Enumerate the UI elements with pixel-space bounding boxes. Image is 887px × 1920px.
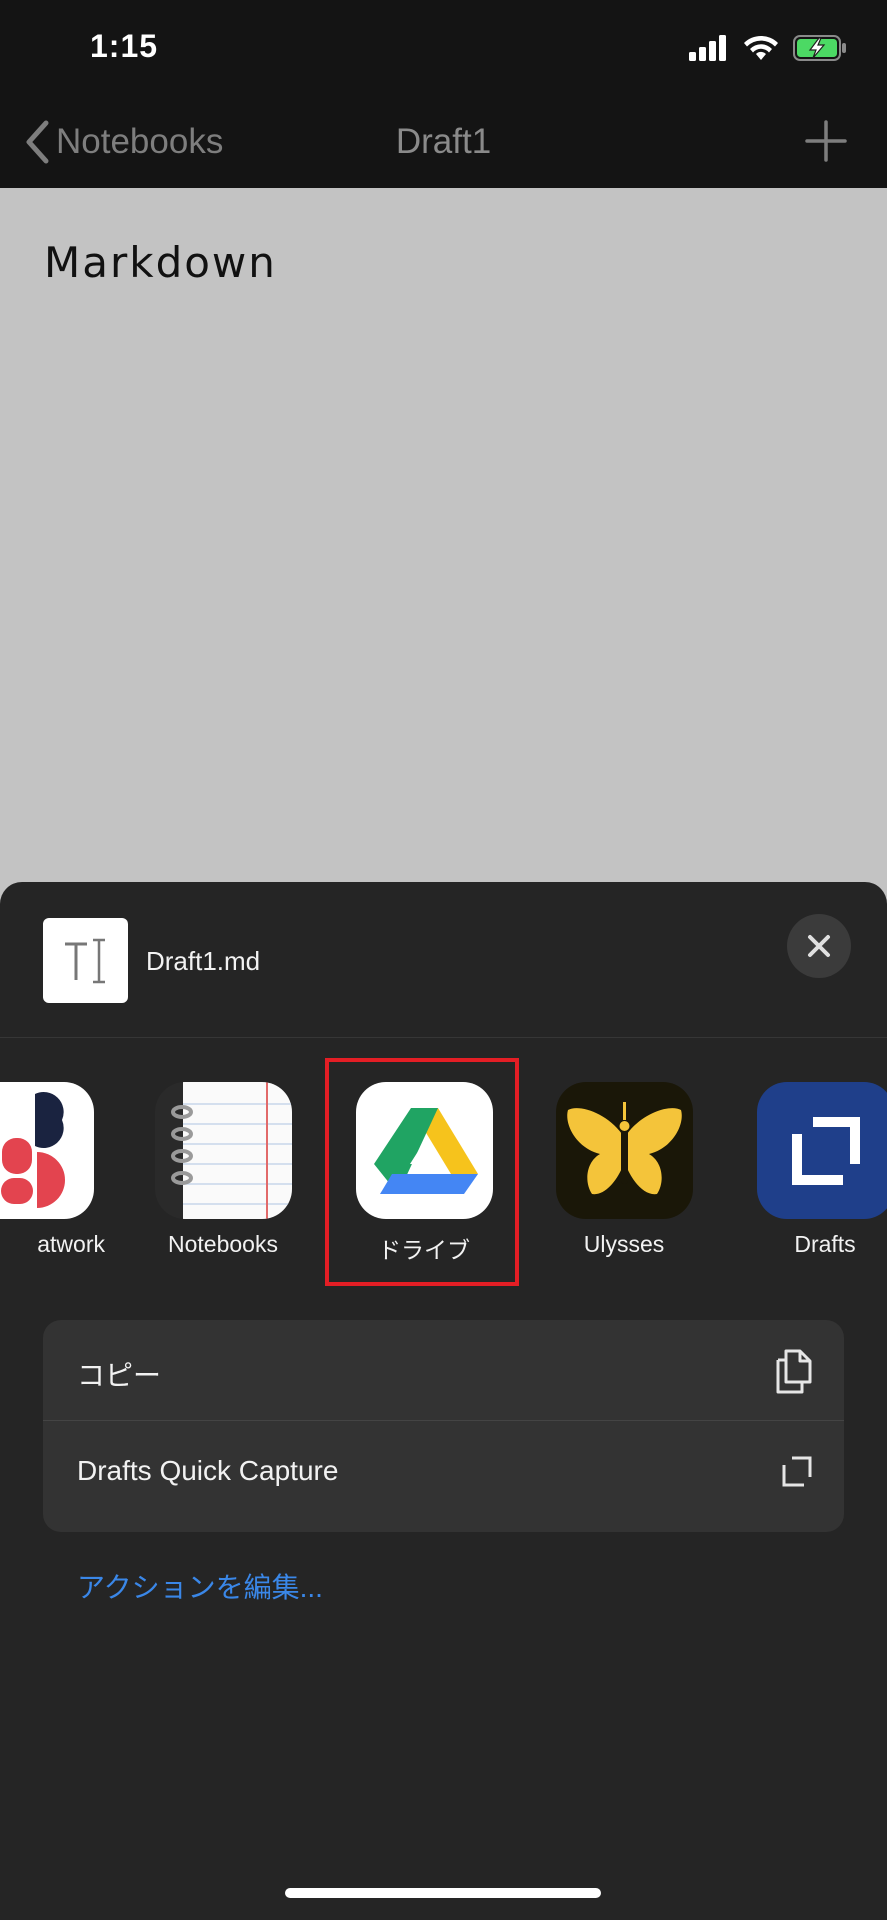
copy-icon xyxy=(776,1349,812,1394)
action-label: Drafts Quick Capture xyxy=(77,1455,339,1486)
add-button[interactable] xyxy=(805,120,847,167)
app-atwork[interactable]: atwork xyxy=(0,1082,115,1258)
atwork-app-icon xyxy=(0,1082,94,1219)
app-label: Drafts xyxy=(794,1231,856,1257)
text-file-icon xyxy=(65,938,105,984)
navigation-bar: Notebooks Draft1 xyxy=(0,90,887,188)
cellular-signal-icon xyxy=(689,35,726,61)
actions-list: コピー Drafts Quick Capture xyxy=(43,1320,844,1532)
action-copy[interactable]: コピー xyxy=(43,1320,844,1420)
app-label: Ulysses xyxy=(583,1231,665,1257)
app-label: Notebooks xyxy=(168,1231,278,1257)
status-icons xyxy=(689,32,847,64)
home-indicator[interactable] xyxy=(285,1888,601,1898)
app-ulysses[interactable]: Ulysses xyxy=(534,1082,714,1258)
status-time: 1:15 xyxy=(90,28,159,64)
app-drafts[interactable]: Drafts xyxy=(735,1082,887,1258)
page-title: Draft1 xyxy=(395,122,492,161)
document-text[interactable]: Markdown xyxy=(44,238,277,287)
action-label: コピー xyxy=(77,1360,162,1391)
ulysses-butterfly-icon xyxy=(555,1082,693,1219)
action-drafts-quick-capture[interactable]: Drafts Quick Capture xyxy=(43,1421,844,1521)
drafts-capture-icon xyxy=(782,1456,812,1487)
wifi-icon xyxy=(744,35,778,60)
drafts-app-icon xyxy=(756,1082,887,1219)
notebooks-app-icon xyxy=(154,1082,292,1219)
app-notebooks[interactable]: Notebooks xyxy=(133,1082,313,1258)
status-bar: 1:15 xyxy=(0,0,887,90)
close-icon xyxy=(808,935,830,957)
file-thumbnail xyxy=(43,918,128,1003)
battery-charging-icon xyxy=(793,35,846,61)
app-label: atwork xyxy=(37,1231,105,1257)
edit-actions-link[interactable]: アクションを編集... xyxy=(77,1566,323,1606)
close-button[interactable] xyxy=(787,914,851,978)
plus-icon xyxy=(805,120,847,162)
highlight-box xyxy=(325,1058,519,1286)
header-divider xyxy=(0,1037,887,1038)
document-editor[interactable]: Markdown xyxy=(0,188,887,888)
file-name: Draft1.md xyxy=(146,946,261,976)
